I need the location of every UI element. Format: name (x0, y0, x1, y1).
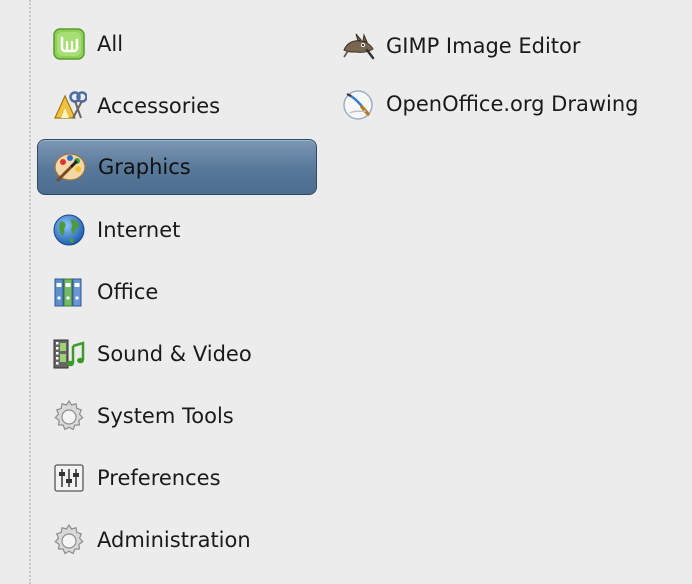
category-graphics[interactable]: Graphics (37, 139, 317, 195)
gimp-icon (340, 28, 376, 64)
preferences-sliders-icon (51, 460, 87, 496)
category-label: Sound & Video (97, 342, 252, 366)
office-binders-icon (51, 274, 87, 310)
category-label: Administration (97, 528, 251, 552)
category-label: Office (97, 280, 159, 304)
category-accessories[interactable]: Accessories (37, 78, 317, 134)
category-preferences[interactable]: Preferences (37, 450, 317, 506)
category-label: System Tools (97, 404, 234, 428)
category-label: Preferences (97, 466, 221, 490)
category-label: Graphics (98, 155, 191, 179)
category-system-tools[interactable]: System Tools (37, 388, 317, 444)
category-administration[interactable]: Administration (37, 512, 317, 568)
app-label: OpenOffice.org Drawing (386, 92, 639, 116)
category-label: Internet (97, 218, 181, 242)
app-gimp[interactable]: GIMP Image Editor (338, 17, 678, 75)
draw-icon (340, 86, 376, 122)
gear-icon (51, 398, 87, 434)
category-internet[interactable]: Internet (37, 202, 317, 258)
sound-video-icon (51, 336, 87, 372)
accessories-icon (51, 88, 88, 124)
category-label: All (97, 32, 124, 56)
graphics-palette-icon (52, 149, 88, 185)
gear-icon (51, 522, 87, 558)
globe-icon (51, 212, 87, 248)
mint-logo-icon (51, 26, 87, 62)
application-menu: All Accessories Graphics Internet Office… (0, 0, 692, 584)
app-label: GIMP Image Editor (386, 34, 581, 58)
category-list: All Accessories Graphics Internet Office… (37, 16, 317, 574)
app-openoffice-drawing[interactable]: OpenOffice.org Drawing (338, 75, 678, 133)
category-office[interactable]: Office (37, 264, 317, 320)
dotted-separator (29, 0, 31, 584)
application-list: GIMP Image Editor OpenOffice.org Drawing (338, 17, 678, 133)
category-all[interactable]: All (37, 16, 317, 72)
category-label: Accessories (97, 94, 221, 118)
category-sound-video[interactable]: Sound & Video (37, 326, 317, 382)
